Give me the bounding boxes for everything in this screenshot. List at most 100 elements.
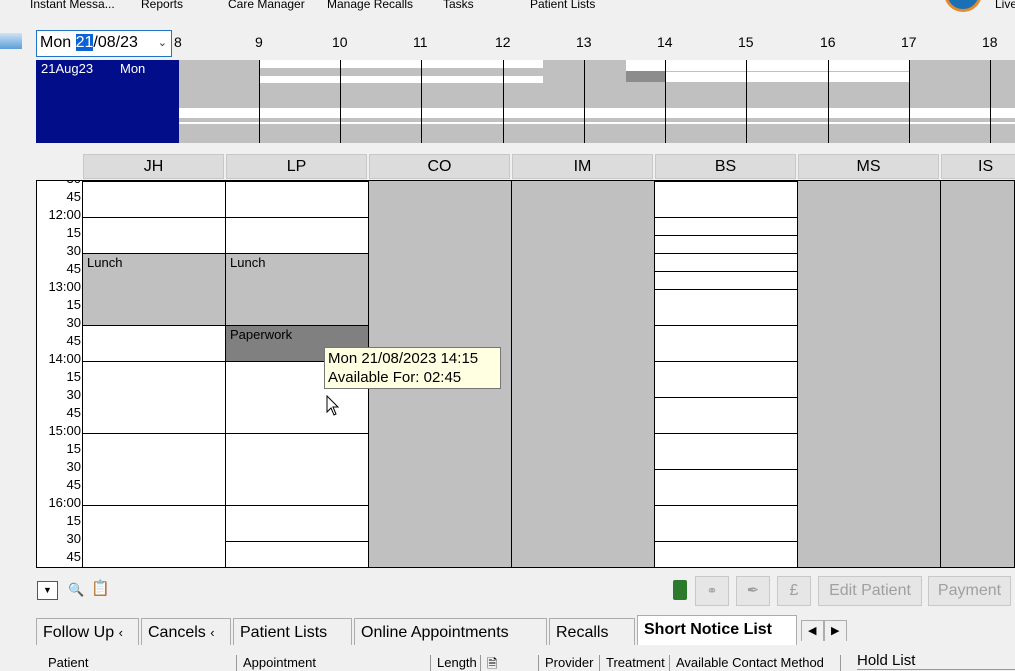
overview-selected-day[interactable]: 21Aug23 Mon: [36, 60, 179, 143]
slot-divider: [82, 361, 225, 362]
hour-label: 18: [982, 34, 998, 50]
tab-label: Patient Lists: [240, 624, 328, 641]
trash-icon[interactable]: [673, 580, 687, 600]
slot-divider: [82, 217, 225, 218]
appointment-block[interactable]: Lunch: [225, 253, 368, 325]
side-panel-toggle[interactable]: [0, 33, 22, 49]
tab-recalls[interactable]: Recalls: [549, 618, 635, 645]
slot-divider: [82, 325, 225, 326]
day-overview-strip[interactable]: 21Aug23 Mon: [36, 60, 1015, 143]
hour-label: 8: [174, 34, 182, 50]
column-im: [511, 181, 654, 567]
slot-divider: [654, 289, 797, 290]
list-column-provider[interactable]: Provider: [539, 655, 600, 671]
time-label: 45: [66, 189, 81, 204]
list-column-patient[interactable]: Patient: [42, 655, 237, 671]
slot-tooltip: Mon 21/08/2023 14:15 Available For: 02:4…: [324, 347, 501, 389]
time-label: 45: [66, 333, 81, 348]
tab-scroll-left[interactable]: ◀: [801, 620, 824, 641]
slot-divider: [225, 217, 368, 218]
tab-marker: ‹: [118, 625, 123, 640]
time-label: 12:00: [48, 207, 81, 222]
payment-button[interactable]: Payment: [928, 576, 1011, 606]
date-picker[interactable]: Mon 21/08/23 ⌄: [36, 30, 172, 57]
provider-header-lp[interactable]: LP: [226, 154, 367, 179]
menu-reports[interactable]: Reports: [141, 0, 183, 11]
tab-follow-up[interactable]: Follow Up ‹: [36, 618, 139, 645]
tooltip-datetime: Mon 21/08/2023 14:15: [328, 350, 479, 367]
hour-label: 9: [255, 34, 263, 50]
list-column-length[interactable]: Length: [431, 655, 481, 671]
slot-divider: [654, 469, 797, 470]
time-label: 30: [66, 315, 81, 330]
time-label: 13:00: [48, 279, 81, 294]
link-button[interactable]: ⚭: [695, 576, 729, 606]
slot-divider: [654, 397, 797, 398]
date-weekday: Mon: [40, 34, 72, 51]
menu-tasks[interactable]: Tasks: [443, 0, 474, 11]
provider-header-im[interactable]: IM: [512, 154, 653, 179]
clipboard-icon[interactable]: 📋: [91, 579, 110, 597]
tab-scroll-right[interactable]: ▶: [824, 620, 847, 641]
link-icon: ⚭: [706, 583, 718, 598]
tab-label: Recalls: [556, 624, 609, 641]
provider-header-bs[interactable]: BS: [655, 154, 796, 179]
time-label: 45: [66, 261, 81, 276]
slot-divider: [225, 181, 368, 182]
magnifier-icon[interactable]: 🔍: [68, 582, 84, 598]
pound-icon: £: [789, 582, 799, 599]
provider-header-jh[interactable]: JH: [83, 154, 224, 179]
list-column-contact-method[interactable]: Available Contact Method: [670, 655, 841, 671]
date-day-selected: 21: [75, 34, 94, 51]
slot-divider: [82, 181, 225, 182]
tab-marker: ‹: [210, 625, 215, 640]
appointment-block[interactable]: Lunch: [82, 253, 225, 325]
dental-tool-button[interactable]: ✒: [736, 576, 770, 606]
slot-divider: [654, 541, 797, 542]
menu-live[interactable]: Live: [995, 0, 1015, 11]
tab-patient-lists[interactable]: Patient Lists: [233, 618, 352, 645]
time-label: 45: [66, 549, 81, 564]
tab-online-appointments[interactable]: Online Appointments: [354, 618, 547, 645]
overview-weekday: Mon: [120, 61, 146, 76]
menu-care-manager[interactable]: Care Manager: [228, 0, 305, 11]
time-label: 16:00: [48, 495, 81, 510]
menu-patient-lists[interactable]: Patient Lists: [530, 0, 595, 11]
time-label: 14:00: [48, 351, 81, 366]
list-column-appointment[interactable]: Appointment: [237, 655, 431, 671]
tab-short-notice-list[interactable]: Short Notice List: [637, 615, 797, 645]
slot-divider: [654, 181, 797, 182]
provider-header-ms[interactable]: MS: [798, 154, 939, 179]
time-label: 15: [66, 513, 81, 528]
slot-divider: [654, 361, 797, 362]
provider-header-is[interactable]: IS: [941, 154, 1015, 179]
slot-divider: [654, 325, 797, 326]
menu-manage-recalls[interactable]: Manage Recalls: [327, 0, 413, 11]
tab-label: Cancels: [148, 624, 206, 641]
hour-label: 16: [820, 34, 836, 50]
time-label: 15: [66, 297, 81, 312]
time-label: 30: [66, 459, 81, 474]
slot-divider: [654, 235, 797, 236]
slot-divider: [654, 253, 797, 254]
appointment-grid[interactable]: 30 45 12:00 15 30 45 13:00 15 30 45 14:00 15 30 45 15:…: [36, 180, 1015, 568]
menu-instant-messages[interactable]: Instant Messa...: [30, 0, 115, 11]
tab-cancels[interactable]: Cancels ‹: [141, 618, 231, 645]
pound-button[interactable]: £: [777, 576, 811, 606]
tab-label: Short Notice List: [644, 621, 773, 638]
provider-header-co[interactable]: CO: [369, 154, 510, 179]
edit-patient-button[interactable]: Edit Patient: [818, 576, 922, 606]
column-jh[interactable]: [82, 181, 225, 567]
triangle-down-icon[interactable]: ▼: [37, 581, 58, 600]
list-column-treatment[interactable]: Treatment: [600, 655, 670, 671]
time-label: 30: [37, 181, 81, 186]
time-label: 30: [66, 243, 81, 258]
hold-list-title: Hold List: [857, 652, 1015, 670]
chevron-down-icon[interactable]: ⌄: [158, 36, 167, 49]
column-bs[interactable]: [654, 181, 797, 567]
slot-divider: [225, 505, 368, 506]
time-label: 15: [66, 369, 81, 384]
tab-label: Online Appointments: [361, 624, 509, 641]
list-column-notes[interactable]: 🗎: [481, 655, 539, 671]
hour-label: 17: [901, 34, 917, 50]
